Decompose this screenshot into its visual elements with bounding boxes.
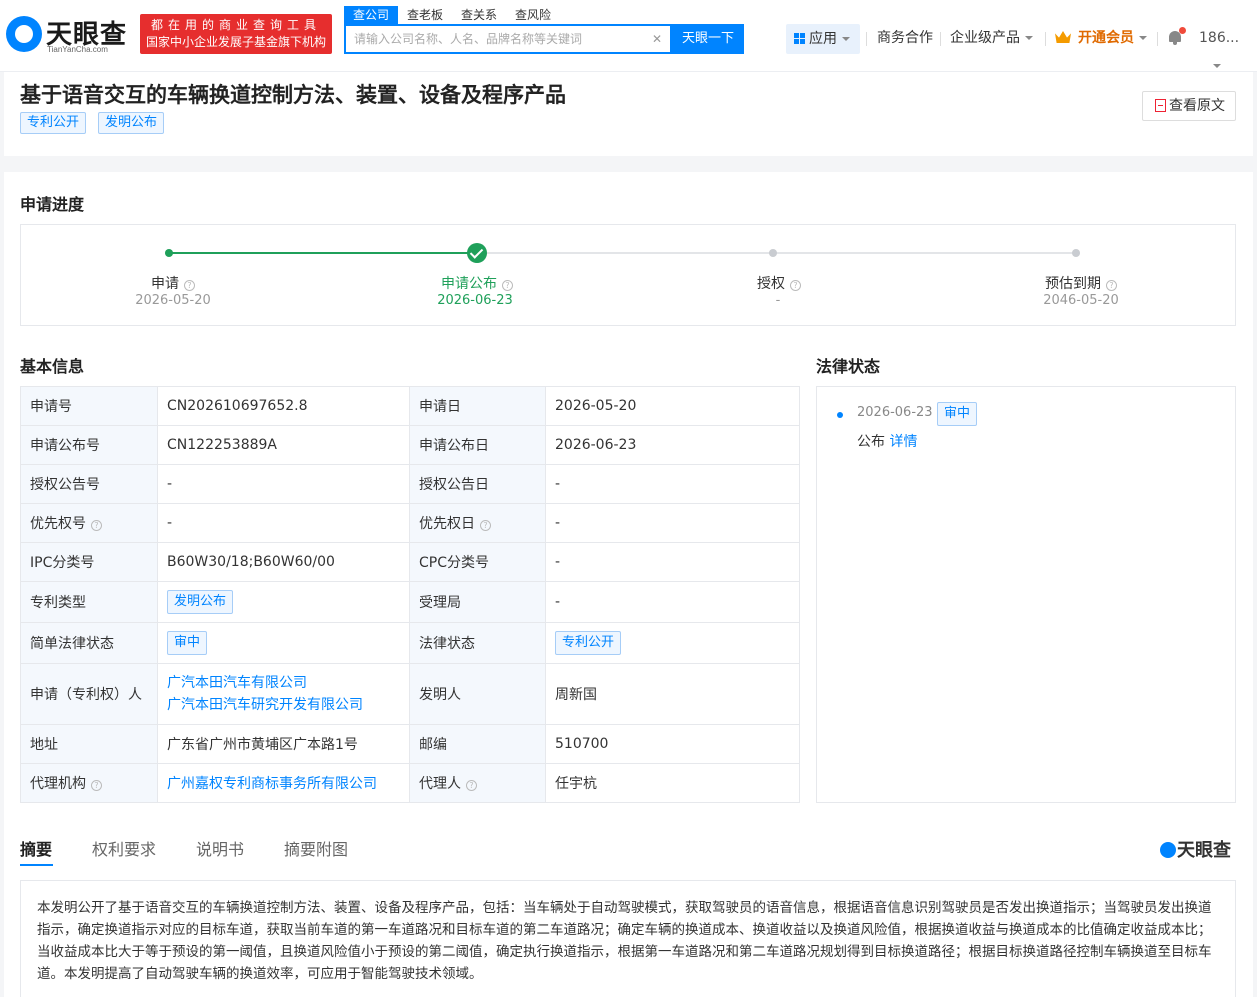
table-row: 申请号 CN202610697652.8 申请日 2026-05-20 [20,386,800,426]
legal-status-badge: 审中 [937,402,978,426]
notification-dot [1179,27,1186,34]
patent-type-tag: 发明公布 [167,590,234,614]
search-button[interactable]: 天眼一下 [672,24,744,54]
legal-status-tag: 专利公开 [555,631,622,655]
app-grid-icon [794,33,805,44]
slogan-badge: 都在用的商业查询工具 国家中小企业发展子基金旗下机构 [140,14,332,54]
search-input[interactable]: 请输入公司名称、人名、品牌名称等关键词 ✕ [344,24,672,54]
detail-link[interactable]: 详情 [889,434,917,450]
chevron-down-icon [1139,36,1147,40]
logo-eye-icon [1160,842,1176,858]
nav-divider [1157,32,1158,46]
logo-eye-icon [6,16,42,52]
legal-status-panel: 2026-06-23 审中 公布 详情 [816,386,1236,803]
search-box: 查公司 查老板 查关系 查风险 请输入公司名称、人名、品牌名称等关键词 ✕ 天眼… [344,6,744,54]
help-icon[interactable]: ? [502,280,513,291]
step-label-publish: 申请公布? [387,273,567,293]
search-tab-risk[interactable]: 查风险 [506,6,560,24]
progress-line-pending [477,252,1077,254]
app-menu-button[interactable]: 应用 [786,24,860,54]
simple-legal-status-tag: 审中 [167,631,208,655]
nav-business[interactable]: 商务合作 [877,24,933,52]
legal-event: 公布 详情 [857,434,918,450]
site-logo[interactable]: 天眼查 TianYanCha.com [6,12,134,58]
table-row: IPC分类号 B60W30/18;B60W60/00 CPC分类号 - [20,542,800,582]
step-date-grant: - [775,293,781,308]
table-row: 专利类型 发明公布 受理局 - [20,581,800,623]
page-title: 基于语音交互的车辆换道控制方法、装置、设备及程序产品 [20,83,566,107]
step-label-expire: 预估到期? [991,273,1171,293]
step-date-expire: 2046-05-20 [1043,293,1119,308]
tab-description[interactable]: 说明书 [196,836,244,860]
clear-icon[interactable]: ✕ [652,26,662,52]
table-row: 申请（专利权）人 广汽本田汽车有限公司 广汽本田汽车研究开发有限公司 发明人 周… [20,663,800,725]
tab-abstract[interactable]: 摘要 [20,836,52,860]
help-icon[interactable]: ? [480,520,491,531]
tag-patent-public: 专利公开 [20,112,87,134]
progress-title: 申请进度 [20,195,85,214]
crown-icon [1055,31,1071,43]
search-tab-company[interactable]: 查公司 [344,6,399,24]
watermark-logo: 天眼查 [1160,836,1231,862]
nav-vip[interactable]: 开通会员 [1055,24,1147,52]
check-icon [467,243,487,263]
search-tabs: 查公司 查老板 查关系 查风险 [344,6,744,24]
table-row: 地址 广东省广州市黄埔区广本路1号 邮编 510700 [20,724,800,764]
step-label-apply: 申请? [83,273,263,293]
basic-info-table: 申请号 CN202610697652.8 申请日 2026-05-20 申请公布… [20,386,800,803]
progress-dot-apply [165,249,173,257]
chevron-down-icon [1025,36,1033,40]
table-row: 简单法律状态 审中 法律状态 专利公开 [20,622,800,664]
legal-status-title: 法律状态 [816,357,881,376]
chevron-down-icon [1213,64,1221,68]
step-label-grant: 授权? [689,273,869,293]
tab-claims[interactable]: 权利要求 [92,836,156,860]
help-icon[interactable]: ? [91,780,102,791]
nav-enterprise[interactable]: 企业级产品 [950,24,1033,52]
agency-link[interactable]: 广州嘉权专利商标事务所有限公司 [167,776,377,792]
search-tab-boss[interactable]: 查老板 [398,6,452,24]
help-icon[interactable]: ? [91,520,102,531]
progress-dot-expire [1072,249,1080,257]
legal-date: 2026-06-23 [857,405,933,420]
tab-abstract-figure[interactable]: 摘要附图 [284,836,348,860]
pdf-icon [1155,99,1166,112]
abstract-text: 本发明公开了基于语音交互的车辆换道控制方法、装置、设备及程序产品，包括：当车辆处… [20,880,1236,997]
table-row: 授权公告号 - 授权公告日 - [20,464,800,504]
applicant-link[interactable]: 广汽本田汽车研究开发有限公司 [167,694,400,716]
timeline-dot [837,412,843,418]
bell-icon[interactable] [1167,27,1186,46]
tag-invention-publish: 发明公布 [98,112,165,134]
active-tab-indicator [20,864,53,866]
step-date-publish: 2026-06-23 [437,293,513,308]
basic-info-title: 基本信息 [20,357,85,376]
help-icon[interactable]: ? [184,280,195,291]
nav-divider [866,32,867,46]
search-tab-relation[interactable]: 查关系 [452,6,506,24]
table-row: 代理机构? 广州嘉权专利商标事务所有限公司 代理人? 任宇杭 [20,763,800,803]
help-icon[interactable]: ? [1106,280,1117,291]
top-bar: 天眼查 TianYanCha.com 都在用的商业查询工具 国家中小企业发展子基… [0,0,1257,72]
logo-subtext: TianYanCha.com [47,45,108,54]
view-original-button[interactable]: 查看原文 [1142,91,1236,121]
applicant-link[interactable]: 广汽本田汽车有限公司 [167,672,400,694]
nav-divider [940,32,941,46]
table-row: 优先权号? - 优先权日? - [20,503,800,543]
help-icon[interactable]: ? [790,280,801,291]
help-icon[interactable]: ? [466,780,477,791]
progress-dot-grant [769,249,777,257]
chevron-down-icon [842,37,850,41]
progress-panel: 申请? 2026-05-20 申请公布? 2026-06-23 授权? - 预估… [20,224,1236,326]
progress-line-done [169,252,477,254]
nav-divider [1045,32,1046,46]
step-date-apply: 2026-05-20 [135,293,211,308]
table-row: 申请公布号 CN122253889A 申请公布日 2026-06-23 [20,425,800,465]
